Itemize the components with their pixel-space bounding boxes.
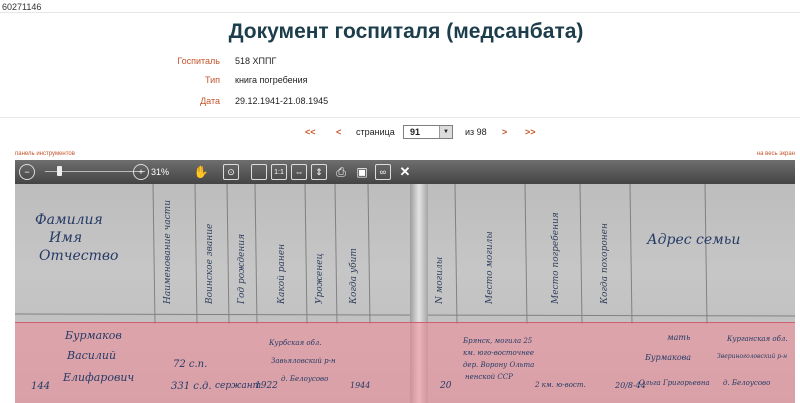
record-burial-place: 2 км. ю-вост.	[535, 381, 586, 389]
next-page-link[interactable]: >	[502, 127, 507, 137]
header-firstname: Имя	[49, 230, 83, 246]
link-icon[interactable]: ∞	[375, 164, 391, 180]
meta-row-type: Тип книга погребения	[0, 75, 400, 89]
meta-label-hospital: Госпиталь	[177, 56, 220, 66]
header-col-killed: Когда убит	[349, 248, 359, 304]
header-family-address: Адрес семьи	[647, 232, 741, 248]
record-place-line2: км. юго-восточнее	[463, 349, 535, 357]
header-col-burial-date: Когда похоронен	[600, 223, 610, 304]
record-family-name: Ольга Григорьевна	[639, 379, 710, 387]
fit-height-icon[interactable]: ⇕	[311, 164, 327, 180]
last-page-link[interactable]: >>	[525, 127, 536, 137]
header-col-wound: Какой ранен	[277, 243, 287, 304]
fit-width-icon[interactable]: ⇔	[291, 164, 307, 180]
document-viewer[interactable]: Фамилия Имя Отчество Наименование части …	[15, 160, 795, 403]
zoom-level: 31%	[151, 167, 170, 177]
hand-pan-icon[interactable]: ✋	[193, 164, 209, 180]
document-id: 60271146	[2, 2, 42, 12]
record-family-region: Курганская обл.	[727, 335, 788, 343]
record-family-relation: мать	[667, 333, 691, 342]
header-col-burial-place: Место погребения	[551, 212, 561, 304]
meta-value-date: 29.12.1941-21.08.1945	[235, 96, 329, 106]
page-total: из 98	[465, 127, 487, 137]
top-divider	[0, 12, 800, 13]
meta-label-type: Тип	[204, 75, 220, 85]
prev-page-link[interactable]: <	[336, 127, 341, 137]
toolbar-panel-link[interactable]: панель инструментов	[15, 151, 75, 157]
record-firstname: Василий	[67, 349, 117, 362]
meta-row-hospital: Госпиталь 518 ХППГ	[0, 56, 400, 70]
zoom-out-icon[interactable]: −	[19, 164, 35, 180]
pagination: << < страница 91 ▼ из 98 > >>	[0, 124, 800, 140]
page-select-value: 91	[410, 127, 421, 137]
meta-value-hospital: 518 ХППГ	[235, 56, 277, 66]
record-place-line4: ненской ССР	[465, 373, 513, 381]
header-col-year: Год рождения	[237, 233, 247, 304]
record-origin-village: д. Белоусово	[281, 375, 329, 383]
record-patronymic: Елифарович	[63, 371, 135, 384]
record-regiment: 72 с.п.	[173, 359, 208, 370]
header-col-grave-number: N могилы	[435, 256, 445, 304]
viewer-toolbar: − + 31% ✋ ⊙ 1:1 ⇔ ⇕ ⎙ ▣ ∞ ✕	[15, 160, 795, 184]
record-grave-number: 20	[440, 381, 452, 391]
print-icon[interactable]: ⎙	[333, 164, 349, 180]
page-select[interactable]: 91 ▼	[403, 125, 453, 139]
zoom-in-icon[interactable]: +	[133, 164, 149, 180]
fit-page-icon[interactable]	[251, 164, 267, 180]
section-divider	[0, 117, 800, 118]
header-patronymic: Отчество	[39, 248, 119, 264]
record-number: 144	[31, 381, 51, 392]
actual-size-icon[interactable]: 1:1	[271, 164, 287, 180]
meta-label-date: Дата	[200, 96, 220, 106]
fullscreen-link[interactable]: на весь экран	[757, 151, 795, 157]
record-death-date: 1944	[350, 381, 371, 390]
record-surname: Бурмаков	[65, 329, 122, 342]
page-word: страница	[356, 127, 395, 137]
save-icon[interactable]: ▣	[354, 164, 370, 180]
header-col-rank: Воинское звание	[205, 223, 215, 304]
record-birth-year: 1922	[255, 381, 278, 391]
meta-row-date: Дата 29.12.1941-21.08.1945	[0, 96, 400, 110]
record-division: 331 с.д.	[171, 381, 212, 392]
record-family-surname: Бурмакова	[645, 353, 692, 362]
record-origin-region: Курбская обл.	[269, 339, 322, 347]
record-place-line3: дер. Ворону Ольта	[463, 361, 535, 369]
record-family-district: Звериноголовский р-н	[717, 353, 788, 360]
meta-value-type: книга погребения	[235, 75, 308, 85]
table-rulings	[15, 184, 795, 324]
record-origin-district: Завьяловский р-н	[271, 357, 336, 365]
header-col-origin: Уроженец	[315, 253, 325, 304]
header-col-grave-place: Место могилы	[485, 231, 495, 304]
chevron-down-icon[interactable]: ▼	[439, 126, 452, 138]
header-col-unit: Наименование части	[163, 200, 173, 304]
scanned-page[interactable]: Фамилия Имя Отчество Наименование части …	[15, 184, 795, 403]
page-title: Документ госпиталя (медсанбата)	[228, 20, 584, 43]
zoom-slider-handle[interactable]	[57, 166, 62, 176]
record-place-line1: Брянск, могила 25	[463, 337, 533, 345]
zoom-area-icon[interactable]: ⊙	[223, 164, 239, 180]
first-page-link[interactable]: <<	[305, 127, 316, 137]
close-icon[interactable]: ✕	[397, 164, 413, 180]
record-family-village: д. Белоусово	[723, 379, 771, 387]
header-surname: Фамилия	[35, 212, 103, 228]
highlighted-record[interactable]: 144 Бурмаков Василий Елифарович 72 с.п. …	[15, 322, 795, 403]
zoom-slider[interactable]	[45, 166, 145, 176]
